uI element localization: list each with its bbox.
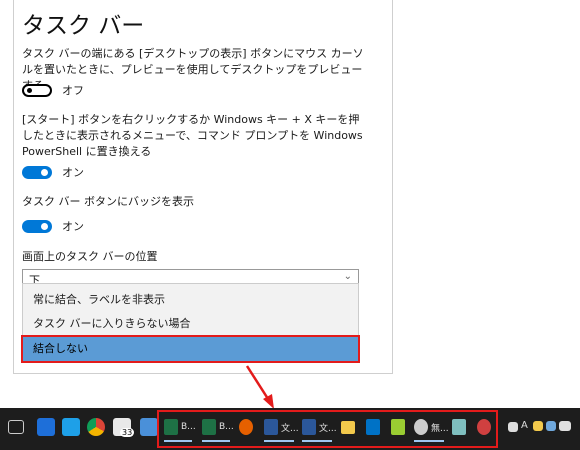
badges-state-label: オン	[62, 220, 84, 233]
chevron-down-icon: ⌄	[343, 271, 352, 282]
firefox-icon	[239, 419, 253, 435]
powershell-toggle[interactable]	[22, 165, 52, 179]
excel-icon	[164, 419, 178, 435]
taskbar-app-firefox[interactable]	[239, 417, 253, 437]
app-label: B...	[219, 422, 234, 432]
toggle-knob	[27, 87, 32, 93]
ime-indicator[interactable]: A	[521, 420, 528, 431]
task-view-icon[interactable]	[8, 420, 24, 434]
app-label: B...	[181, 422, 196, 432]
taskbar-app-outlook[interactable]	[366, 417, 380, 437]
word-icon	[302, 419, 316, 435]
combine-option-never[interactable]: 結合しない	[21, 335, 360, 363]
outlook-icon	[366, 419, 380, 435]
taskbar-app-word-2[interactable]: 文...	[302, 417, 337, 442]
powershell-state-label: オン	[62, 166, 84, 179]
powershell-description: [スタート] ボタンを右クリックするか Windows キー + X キーを押し…	[22, 113, 363, 158]
taskbar-app-excel-2[interactable]: B...	[202, 417, 234, 442]
tray-app-icon[interactable]	[559, 421, 571, 431]
app-icon[interactable]	[140, 418, 158, 436]
active-underline	[414, 440, 444, 442]
app-label: 無...	[431, 423, 449, 434]
powershell-toggle-row[interactable]: オン	[22, 164, 84, 180]
page-title: タスク バー	[22, 13, 145, 39]
taskbar-app-notepad[interactable]	[452, 417, 466, 437]
badges-toggle-row[interactable]: オン	[22, 218, 84, 234]
badge-count: 33	[120, 428, 135, 437]
active-underline	[264, 440, 294, 442]
taskbar-app-game[interactable]	[477, 417, 491, 437]
peek-toggle-row[interactable]: オフ	[22, 82, 84, 98]
tray-app-icon[interactable]	[533, 421, 543, 431]
tray-app-icon[interactable]	[546, 421, 556, 431]
game-icon	[477, 419, 491, 435]
taskbar-app-paint[interactable]: 無...	[414, 417, 449, 442]
app-label: 文...	[281, 423, 299, 434]
combine-option-always[interactable]: 常に結合、ラベルを非表示	[23, 288, 358, 312]
notepad-icon	[452, 419, 466, 435]
combine-option-when-full[interactable]: タスク バーに入りきらない場合	[23, 312, 358, 336]
word-icon	[264, 419, 278, 435]
edge-icon[interactable]	[37, 418, 55, 436]
active-underline	[302, 440, 332, 442]
taskbar-app-plus[interactable]	[391, 417, 405, 437]
toggle-knob	[41, 168, 48, 176]
taskbar-app-explorer[interactable]	[341, 417, 355, 437]
folder-icon	[341, 420, 355, 434]
badges-description: タスク バー ボタンにバッジを表示	[22, 195, 194, 208]
ie-icon[interactable]	[62, 418, 80, 436]
peek-state-label: オフ	[62, 84, 84, 97]
peek-toggle[interactable]	[22, 83, 52, 97]
badges-toggle[interactable]	[22, 219, 52, 233]
app-label: 文...	[319, 423, 337, 434]
toggle-knob	[41, 222, 48, 230]
chrome-icon[interactable]	[87, 418, 105, 436]
taskbar-app-excel-1[interactable]: B...	[164, 417, 196, 442]
excel-icon	[202, 419, 216, 435]
tray-window-icon[interactable]	[508, 422, 518, 432]
taskbar-app-word-1[interactable]: 文...	[264, 417, 299, 442]
plus-app-icon	[391, 419, 405, 435]
paint-icon	[414, 419, 428, 435]
active-underline	[164, 440, 192, 442]
position-label: 画面上のタスク バーの位置	[22, 250, 158, 263]
combine-dropdown: 常に結合、ラベルを非表示 タスク バーに入りきらない場合 結合しない	[21, 283, 360, 363]
active-underline	[202, 440, 230, 442]
